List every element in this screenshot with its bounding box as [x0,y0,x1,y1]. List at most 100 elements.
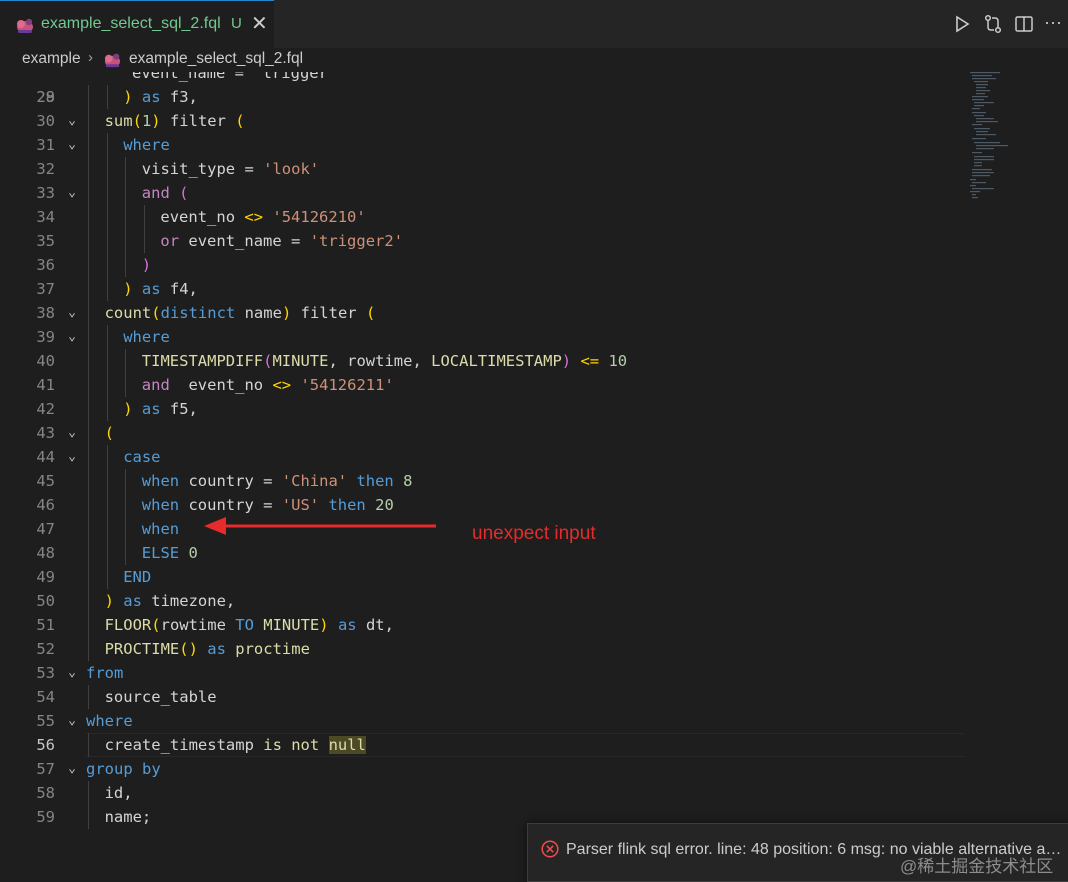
indent-guide [106,85,108,109]
code-token: ) [281,304,292,322]
more-actions-icon[interactable]: ··· [1042,11,1064,33]
indent-guide [106,541,108,565]
code-token: timezone, [141,592,236,610]
indent-guide [125,253,127,277]
indent-guide [125,205,127,229]
indent-guide [88,253,89,277]
code-token: case [123,448,161,466]
code-line-partial: 28 event_name = 'trigger' [0,72,965,106]
chevron-down-icon[interactable]: ⌄ [64,133,80,157]
line-number: 43 [36,424,55,442]
line-number: 35 [36,232,55,250]
code-token: and [141,184,180,202]
code-token: name [235,304,282,322]
indent-guide [125,349,127,373]
indent-guide [88,541,89,565]
code-token: as [123,592,142,610]
chevron-down-icon[interactable]: ⌄ [64,181,80,205]
code-token: dt, [356,616,394,634]
indent-guide [88,781,89,805]
play-icon[interactable] [951,13,973,35]
code-token: FLOOR [104,616,152,634]
code-text: when country = 'China' then 8 [142,469,413,493]
code-text: when [142,517,179,541]
breadcrumb-folder[interactable]: example [22,50,81,68]
indent-guide [88,565,89,589]
code-text: id, [105,781,133,805]
code-line: 39 ⌄ where [0,325,965,349]
code-token: as [328,616,357,634]
code-line: 35 or event_name = 'trigger2' [0,229,965,253]
code-token: ) [561,352,572,370]
line-number: 41 [36,376,55,394]
chevron-down-icon[interactable]: ⌄ [64,301,80,325]
indent-guide [106,349,108,373]
indent-guide [106,181,108,205]
indent-guide [88,133,89,157]
indent-guide [106,157,108,181]
split-editor-icon[interactable] [1013,13,1035,35]
code-line: 54 source_table [0,685,965,709]
code-text: ) as f3, [123,85,198,109]
code-token: from [86,664,124,682]
chevron-down-icon[interactable]: ⌄ [64,445,80,469]
code-token: ELSE [141,544,180,562]
code-token: END [123,568,152,586]
chevron-down-icon[interactable]: ⌄ [64,109,80,133]
indent-guide [106,493,108,517]
code-line: 32 visit_type = 'look' [0,157,965,181]
code-editor[interactable]: 28 event_name = 'trigger' 29) as f3, 30 ⌄ s… [0,72,1068,882]
code-token: event_name = [179,232,310,250]
code-token: 'look' [263,160,320,178]
chevron-down-icon[interactable]: ⌄ [64,421,80,445]
indent-guide [88,157,89,181]
code-token: where [123,328,170,346]
code-token: as [197,640,226,658]
annotation-label: unexpect input [472,523,596,544]
indent-guide [88,637,89,661]
git-compare-icon[interactable] [982,13,1004,35]
tab-git-status: U [231,15,242,32]
line-number: 39 [36,328,55,346]
code-token: ( [365,304,376,322]
line-number: 47 [36,520,55,538]
indent-guide [106,229,108,253]
chevron-down-icon[interactable]: ⌄ [64,661,80,685]
line-number: 40 [36,352,55,370]
code-text: ELSE 0 [142,541,198,565]
chevron-down-icon[interactable]: ⌄ [64,325,80,349]
code-text: END [123,565,151,589]
chevron-down-icon[interactable]: ⌄ [64,757,80,781]
line-number: 34 [36,208,55,226]
tab-title: example_select_sql_2.fql [41,15,221,32]
code-token: event_no [160,208,245,226]
code-token: ) [141,256,152,274]
indent-guide [106,277,108,301]
code-line: 51 FLOOR(rowtime TO MINUTE) as dt, [0,613,965,637]
code-token: TO [235,616,254,634]
indent-guide [88,493,89,517]
code-token: f5, [160,400,198,418]
code-text: FLOOR(rowtime TO MINUTE) as dt, [105,613,394,637]
code-token: f3, [160,88,198,106]
breadcrumb-file[interactable]: example_select_sql_2.fql [129,50,303,68]
editor-tab[interactable]: example_select_sql_2.fql U ✕ [0,0,274,48]
chevron-down-icon[interactable]: ⌄ [64,709,80,733]
code-text: ) [142,253,151,277]
indent-guide [88,733,89,757]
line-number: 57 [36,760,55,778]
close-icon[interactable]: ✕ [251,12,268,36]
line-number: 38 [36,304,55,322]
indent-guide [88,685,89,709]
code-line: 30 ⌄ sum(1) filter ( [0,109,965,133]
code-token: event_no [179,376,273,394]
line-number: 54 [36,688,55,706]
minimap[interactable] [968,72,1008,202]
code-line: 43 ⌄ ( [0,421,965,445]
indent-guide [88,205,89,229]
code-token: or [160,232,180,250]
code-token: country = [179,472,282,490]
indent-guide [88,373,89,397]
line-number: 31 [36,136,55,154]
code-token: , rowtime, [328,352,432,370]
